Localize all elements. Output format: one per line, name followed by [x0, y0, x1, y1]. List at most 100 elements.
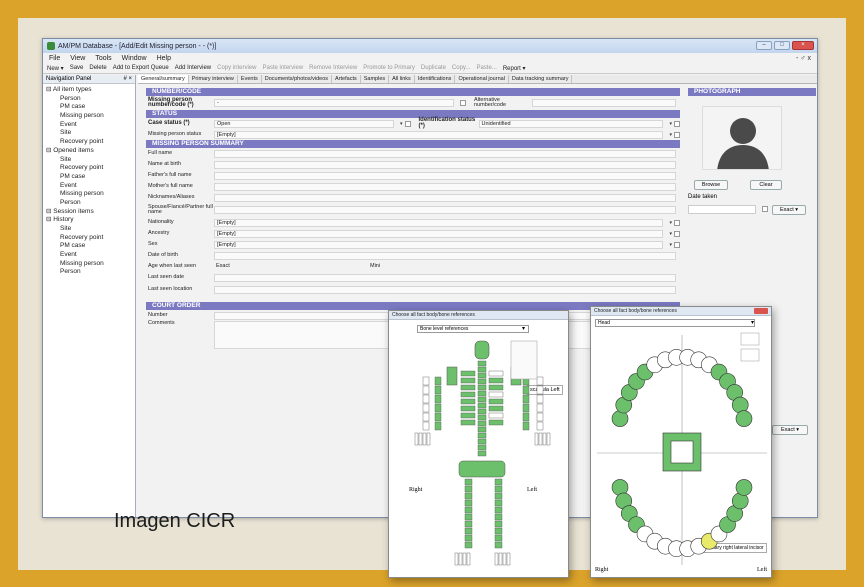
vertebra-bone[interactable] [477, 408, 487, 415]
arm-bone[interactable] [422, 412, 430, 422]
case-status-select[interactable]: Open [214, 119, 394, 128]
chevron-down-icon[interactable]: ▾ [669, 231, 672, 237]
tab-1[interactable]: Primary interview [189, 75, 238, 83]
leg-bone[interactable] [494, 513, 503, 521]
phalanx-bone[interactable] [502, 552, 507, 566]
vertebra-bone[interactable] [477, 366, 487, 373]
mp-number-field[interactable]: - [214, 99, 454, 107]
vertebra-bone[interactable] [477, 450, 487, 457]
phalanx-bone[interactable] [494, 552, 499, 566]
nav-tree-item[interactable]: PM case [43, 173, 135, 182]
nav-tree-item[interactable]: Event [43, 121, 135, 130]
nav-tree-item[interactable]: Recovery point [43, 234, 135, 243]
chevron-down-icon[interactable]: ▾ [669, 121, 672, 127]
vertebra-bone[interactable] [477, 414, 487, 421]
pelvis-bone[interactable] [458, 460, 506, 478]
vertebra-bone[interactable] [477, 438, 487, 445]
nav-tree-item[interactable]: PM case [43, 242, 135, 251]
vertebra-bone[interactable] [477, 390, 487, 397]
rib-left-bone[interactable] [488, 377, 504, 384]
nav-tree-item[interactable]: Person [43, 268, 135, 277]
chevron-down-icon[interactable]: ▾ [751, 319, 754, 326]
menu-help[interactable]: Help [157, 55, 171, 62]
leg-bone[interactable] [464, 499, 473, 507]
toolbar-button-6[interactable]: Paste interview [262, 65, 303, 71]
arm-bone[interactable] [422, 385, 430, 395]
tab-2[interactable]: Events [238, 75, 262, 83]
leg-bone[interactable] [494, 499, 503, 507]
view-panel[interactable] [510, 340, 538, 380]
nav-tree-item[interactable]: Site [43, 156, 135, 165]
menu-view[interactable]: View [70, 55, 85, 62]
ident-status-select[interactable]: Unidentified [478, 119, 664, 128]
rib-left-bone[interactable] [488, 370, 504, 377]
menu-tools[interactable]: Tools [95, 55, 111, 62]
chevron-down-icon[interactable]: ▾ [669, 132, 672, 138]
leg-bone[interactable] [494, 478, 503, 486]
tab-5[interactable]: Samples [361, 75, 390, 83]
rib-right-bone[interactable] [460, 370, 476, 377]
lower-tooth[interactable] [735, 479, 753, 496]
leg-bone[interactable] [464, 513, 473, 521]
chevron-down-icon[interactable]: ▾ [669, 220, 672, 226]
vertebra-bone[interactable] [477, 360, 487, 367]
rib-left-bone[interactable] [488, 405, 504, 412]
nav-tree-item[interactable]: Recovery point [43, 164, 135, 173]
mdi-controls[interactable]: - ♂ x [796, 55, 811, 62]
scapula-right-bone[interactable] [446, 366, 458, 386]
father-field[interactable] [214, 171, 676, 180]
mother-field[interactable] [214, 182, 676, 191]
upper-tooth[interactable] [735, 410, 753, 427]
nav-tree-item[interactable]: Recovery point [43, 138, 135, 147]
arm-bone[interactable] [536, 403, 544, 413]
zoom-in-button[interactable] [740, 332, 760, 346]
phalanx-bone[interactable] [506, 552, 511, 566]
nav-tree-item[interactable]: PM case [43, 103, 135, 112]
bone-level-select[interactable]: Bone level references [417, 325, 529, 333]
skeleton-diagram[interactable] [395, 337, 565, 577]
phalanx-bone[interactable] [534, 432, 539, 446]
phalanx-bone[interactable] [542, 432, 547, 446]
toolbar-button-1[interactable]: Save [70, 65, 84, 71]
phalanx-bone[interactable] [462, 552, 467, 566]
rib-left-bone[interactable] [488, 419, 504, 426]
ident-status-check[interactable] [674, 120, 680, 127]
leg-bone[interactable] [464, 485, 473, 493]
tab-9[interactable]: Data tracking summary [509, 75, 573, 83]
ancestry-select[interactable]: [Empty] [214, 229, 664, 238]
vertebra-bone[interactable] [477, 378, 487, 385]
date-taken-field[interactable] [688, 205, 756, 214]
phalanx-bone[interactable] [498, 552, 503, 566]
nav-tree-item[interactable]: Missing person [43, 190, 135, 199]
leg-bone[interactable] [494, 534, 503, 542]
zoom-out-button[interactable] [740, 348, 760, 362]
toolbar-button-10[interactable]: Copy... [452, 65, 471, 71]
phalanx-bone[interactable] [538, 432, 543, 446]
phalanx-bone[interactable] [458, 552, 463, 566]
maximize-button[interactable]: □ [774, 41, 790, 50]
toolbar-button-2[interactable]: Delete [89, 65, 106, 71]
nav-tree-item[interactable]: Person [43, 95, 135, 104]
toolbar-button-4[interactable]: Add Interview [175, 65, 211, 71]
vertebra-bone[interactable] [477, 372, 487, 379]
arm-bone[interactable] [536, 376, 544, 386]
phalanx-bone[interactable] [426, 432, 431, 446]
leg-bone[interactable] [464, 506, 473, 514]
nav-pin-icon[interactable]: # × [123, 76, 132, 82]
nav-tree-item[interactable]: ⊟ History [43, 216, 135, 225]
leg-bone[interactable] [494, 492, 503, 500]
toolbar-button-9[interactable]: Duplicate [421, 65, 446, 71]
arm-bone[interactable] [422, 403, 430, 413]
leg-bone[interactable] [464, 520, 473, 528]
tab-8[interactable]: Operational journal [455, 75, 509, 83]
browse-button[interactable]: Browse [694, 180, 728, 190]
tab-7[interactable]: Identifications [415, 75, 456, 83]
phalanx-bone[interactable] [418, 432, 423, 446]
arm-bone[interactable] [536, 421, 544, 431]
dental-region-select[interactable]: Head [595, 319, 755, 327]
skull-bone[interactable] [474, 340, 490, 360]
vertebra-bone[interactable] [477, 384, 487, 391]
mp-number-check[interactable] [460, 100, 466, 106]
last-loc-field[interactable] [214, 285, 676, 294]
dental-chart-diagram[interactable] [591, 329, 772, 578]
